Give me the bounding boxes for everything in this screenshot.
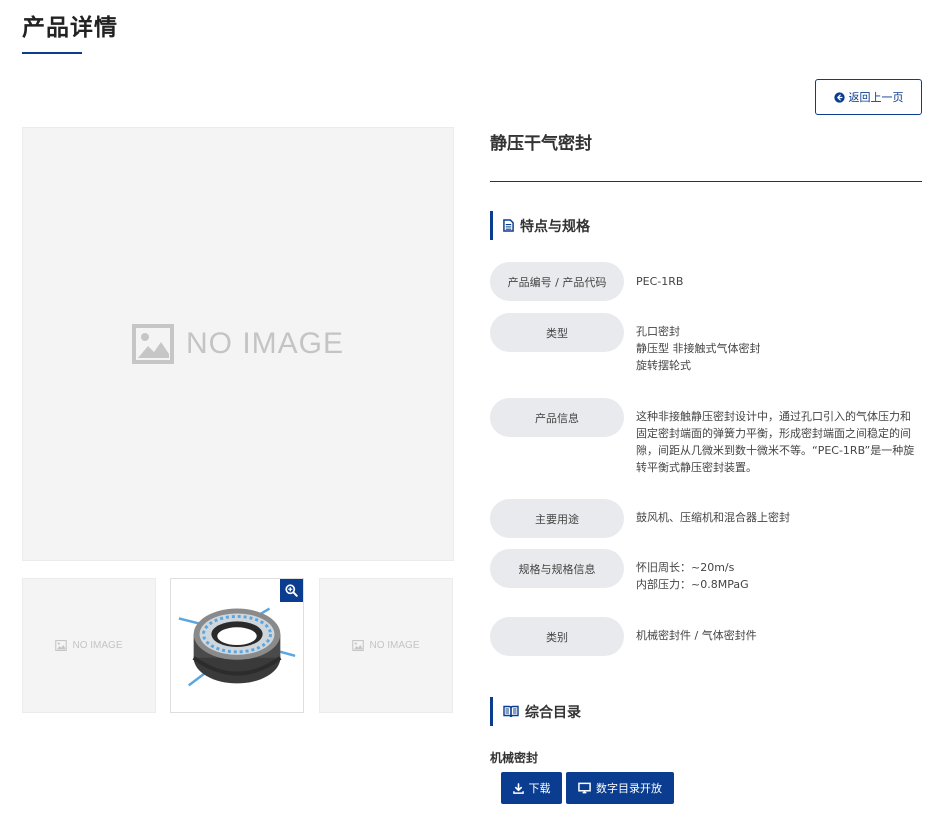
monitor-icon — [578, 782, 591, 794]
spec-line: PEC-1RB — [636, 275, 684, 288]
no-image-text: NO IMAGE — [72, 640, 123, 651]
spec-label-type: 类型 — [490, 313, 624, 352]
image-placeholder-icon — [352, 640, 365, 651]
thumbnail-2[interactable] — [170, 578, 304, 713]
zoom-button[interactable] — [280, 579, 303, 602]
spec-label-specs: 规格与规格信息 — [490, 549, 624, 588]
page-title: 产品详情 — [22, 15, 118, 41]
spec-value-specs: 怀旧周长：~20m/s 内部压力：~0.8MPaG — [636, 559, 922, 593]
spec-line: 内部压力：~0.8MPaG — [636, 578, 749, 591]
download-button[interactable]: 下载 — [501, 772, 562, 804]
spec-line: 固定密封端面的弹簧力平衡，形成密封端面之间稳定的间 — [636, 427, 911, 440]
title-underline — [22, 52, 82, 54]
spec-label-info: 产品信息 — [490, 398, 624, 437]
spec-label-usage: 主要用途 — [490, 499, 624, 538]
spec-value-type: 孔口密封 静压型 非接触式气体密封 旋转摆轮式 — [636, 323, 922, 374]
arrow-circle-left-icon — [833, 91, 845, 103]
zoom-in-icon — [285, 584, 298, 597]
divider — [490, 181, 922, 182]
book-icon — [503, 705, 519, 718]
image-placeholder-icon — [131, 324, 174, 364]
spec-line: 鼓风机、压缩机和混合器上密封 — [636, 511, 790, 524]
digital-catalog-button-label: 数字目录开放 — [596, 782, 662, 795]
spec-value-code: PEC-1RB — [636, 273, 922, 290]
spec-line: 转平衡式静压密封装置。 — [636, 461, 757, 474]
spec-label-category: 类别 — [490, 617, 624, 656]
catalog-heading-label: 综合目录 — [525, 704, 581, 721]
spec-line: 机械密封件 / 气体密封件 — [636, 629, 757, 642]
no-image-placeholder: NO IMAGE — [55, 640, 123, 651]
spec-line: 旋转摆轮式 — [636, 359, 691, 372]
no-image-text: NO IMAGE — [369, 640, 420, 651]
spec-line: 隙，间距从几微米到数十微米不等。“PEC-1RB”是一种旋 — [636, 444, 915, 457]
spec-line: 怀旧周长：~20m/s — [636, 561, 735, 574]
document-icon — [503, 219, 514, 232]
download-icon — [512, 782, 524, 794]
back-button-label: 返回上一页 — [848, 91, 904, 104]
catalog-group-label: 机械密封 — [490, 751, 539, 765]
features-heading: 特点与规格 — [490, 211, 590, 240]
spec-line: 静压型 非接触式气体密封 — [636, 342, 761, 355]
product-name: 静压干气密封 — [490, 134, 592, 154]
features-heading-label: 特点与规格 — [520, 218, 590, 235]
digital-catalog-button[interactable]: 数字目录开放 — [566, 772, 674, 804]
spec-value-usage: 鼓风机、压缩机和混合器上密封 — [636, 509, 922, 526]
spec-value-category: 机械密封件 / 气体密封件 — [636, 627, 922, 644]
download-button-label: 下载 — [528, 782, 551, 795]
no-image-placeholder: NO IMAGE — [131, 324, 344, 364]
no-image-text: NO IMAGE — [185, 327, 344, 360]
spec-label-code: 产品编号 / 产品代码 — [490, 262, 624, 301]
main-product-image: NO IMAGE — [22, 127, 454, 561]
spec-value-info: 这种非接触静压密封设计中，通过孔口引入的气体压力和 固定密封端面的弹簧力平衡，形… — [636, 408, 922, 476]
spec-line: 这种非接触静压密封设计中，通过孔口引入的气体压力和 — [636, 410, 911, 423]
no-image-placeholder: NO IMAGE — [352, 640, 420, 651]
spec-line: 孔口密封 — [636, 325, 680, 338]
thumbnail-3[interactable]: NO IMAGE — [319, 578, 453, 713]
thumbnail-1[interactable]: NO IMAGE — [22, 578, 156, 713]
catalog-heading: 综合目录 — [490, 697, 581, 726]
back-button[interactable]: 返回上一页 — [815, 79, 922, 115]
image-placeholder-icon — [55, 640, 68, 651]
